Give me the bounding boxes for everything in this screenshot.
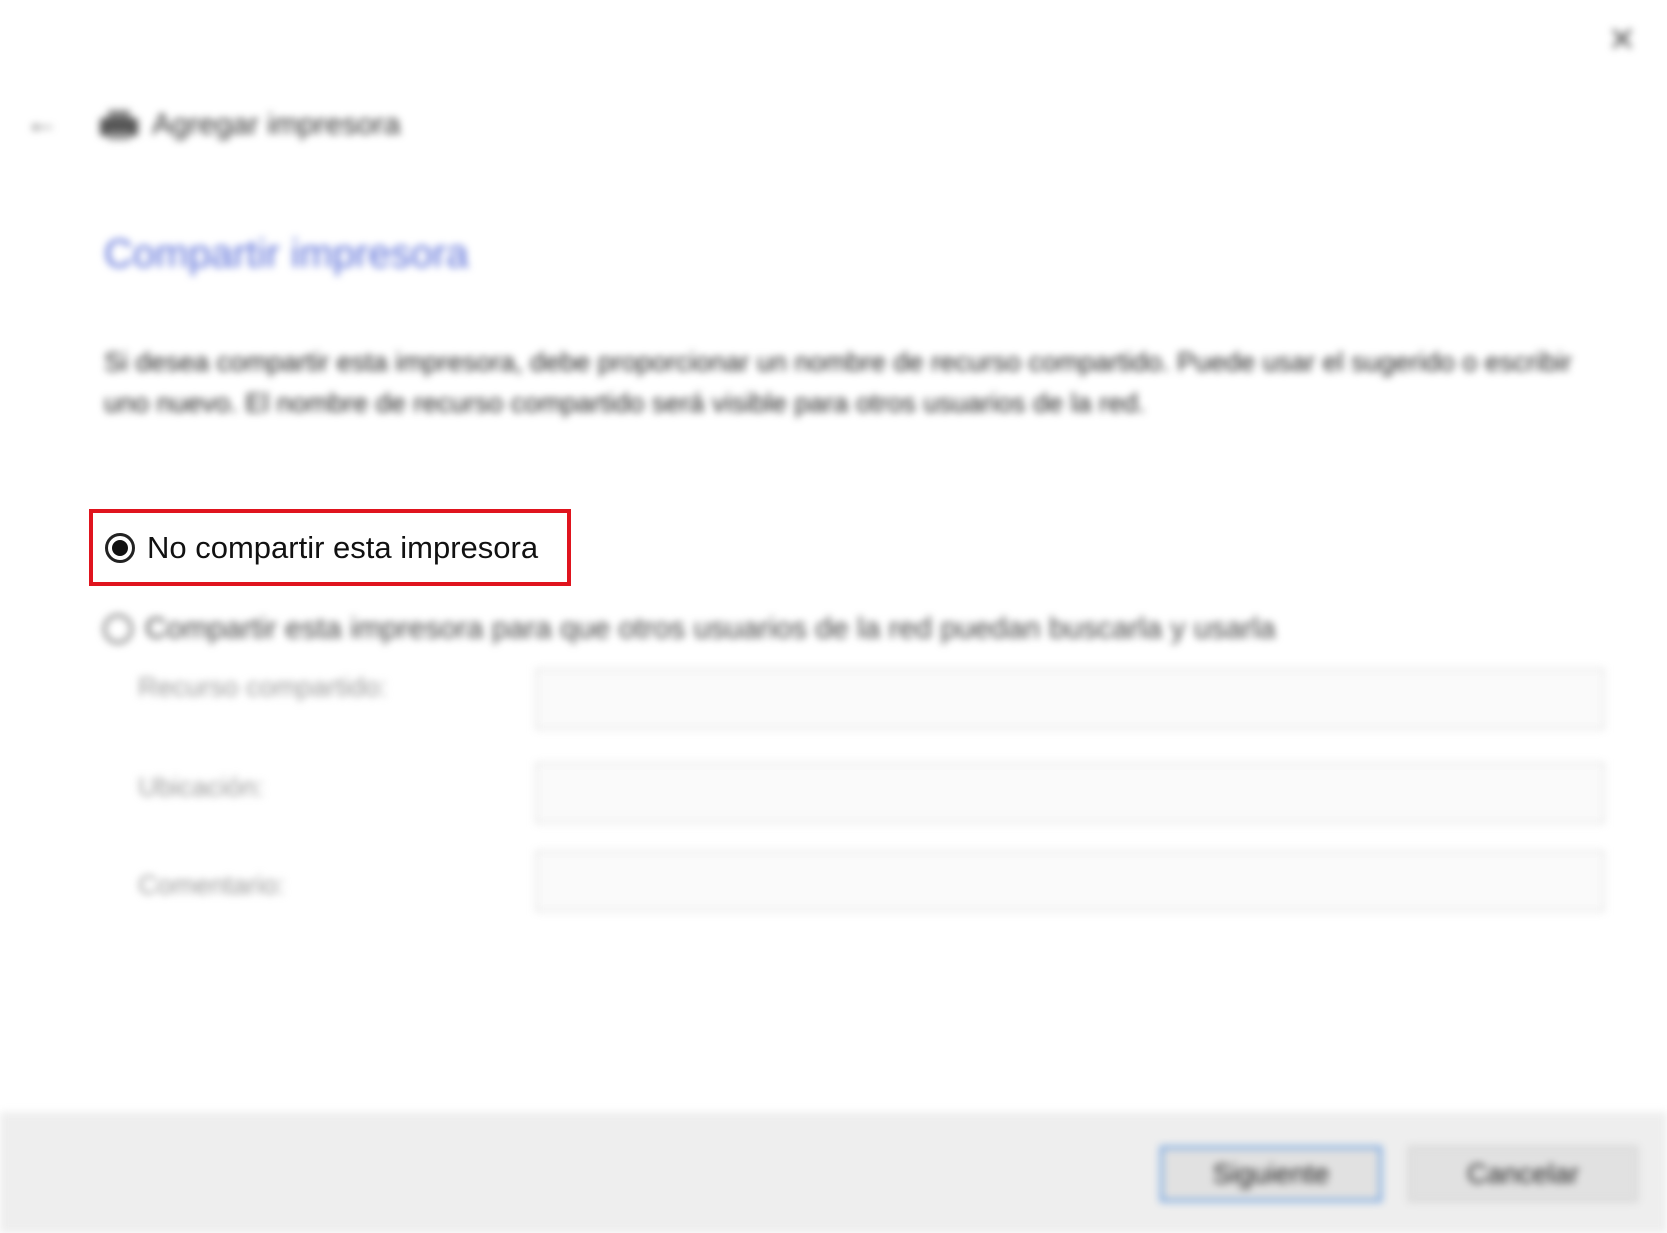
- comment-input[interactable]: [535, 850, 1605, 912]
- comment-label: Comentario:: [138, 870, 286, 900]
- close-button[interactable]: ✕: [1600, 18, 1644, 62]
- location-input[interactable]: [535, 762, 1605, 824]
- next-button-label: Siguiente: [1212, 1158, 1330, 1189]
- back-button[interactable]: ←: [20, 100, 64, 144]
- section-title: Compartir impresora: [104, 232, 469, 276]
- radio-no-share-label: No compartir esta impresora: [147, 530, 539, 565]
- location-label: Ubicación:: [138, 772, 265, 802]
- description-text: Si desea compartir esta impresora, debe …: [104, 347, 1572, 418]
- radio-no-share[interactable]: No compartir esta impresora: [105, 530, 538, 566]
- back-arrow-icon: ←: [25, 103, 59, 141]
- radio-share[interactable]: Compartir esta impresora para que otros …: [103, 612, 1276, 646]
- share-name-input[interactable]: [535, 668, 1605, 730]
- share-name-label: Recurso compartido:: [138, 672, 388, 702]
- radio-selected-icon: [105, 533, 135, 563]
- printer-icon: [100, 110, 138, 140]
- radio-share-label: Compartir esta impresora para que otros …: [145, 612, 1276, 645]
- cancel-button[interactable]: Cancelar: [1408, 1146, 1638, 1202]
- dialog-title: Agregar impresora: [152, 108, 401, 141]
- dialog-header: Agregar impresora: [100, 100, 400, 150]
- next-button[interactable]: Siguiente: [1160, 1146, 1382, 1202]
- cancel-button-label: Cancelar: [1466, 1158, 1580, 1189]
- close-icon: ✕: [1607, 21, 1637, 59]
- radio-unselected-icon: [103, 614, 133, 644]
